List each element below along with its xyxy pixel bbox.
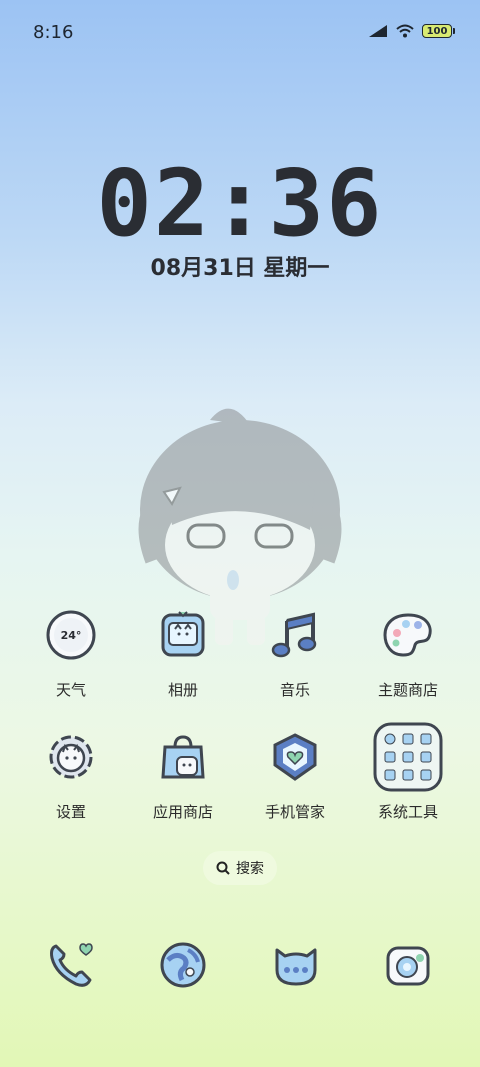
dock-camera[interactable] (378, 935, 438, 995)
status-bar: 8:16 100 (0, 0, 480, 64)
dock-phone[interactable] (41, 935, 101, 995)
weather-icon: 24° (46, 610, 96, 660)
app-music[interactable]: 音乐 (240, 605, 350, 700)
search-label: 搜索 (236, 861, 264, 877)
battery-icon: 100 (422, 24, 455, 38)
settings-icon (49, 735, 93, 779)
app-label: 主题商店 (377, 681, 438, 699)
browser-icon (160, 942, 206, 988)
app-label: 音乐 (279, 681, 310, 699)
system-tools-folder-icon (373, 722, 443, 792)
search-button[interactable]: 搜索 (203, 851, 277, 885)
app-settings[interactable]: 设置 (16, 727, 126, 822)
app-label: 手机管家 (264, 803, 325, 821)
app-app-store[interactable]: 应用商店 (128, 727, 238, 822)
clock-date: 08月31日 星期一 (150, 256, 330, 281)
app-theme-store[interactable]: 主题商店 (353, 605, 463, 700)
app-label: 设置 (55, 803, 86, 821)
search-icon (216, 861, 230, 875)
app-label: 应用商店 (152, 803, 213, 821)
phone-icon (50, 943, 93, 987)
phone-manager-icon (273, 733, 317, 781)
status-icons: 100 (368, 24, 455, 38)
messages-icon (275, 948, 317, 986)
gallery-icon (161, 611, 205, 657)
weather-badge: 24° (61, 629, 82, 642)
theme-store-icon (383, 613, 432, 657)
app-weather[interactable]: 24° 天气 (16, 605, 126, 700)
app-store-icon (161, 735, 205, 779)
clock-time: 02:36 (96, 150, 384, 257)
status-time: 8:16 (33, 22, 74, 43)
dock-messages[interactable] (266, 935, 326, 995)
music-icon (271, 612, 317, 658)
app-label: 天气 (55, 681, 86, 699)
dock-browser[interactable] (153, 935, 213, 995)
app-label: 系统工具 (377, 803, 438, 821)
app-gallery[interactable]: 相册 (128, 605, 238, 700)
app-label: 相册 (167, 681, 198, 699)
wifi-icon (396, 24, 414, 38)
camera-icon (386, 946, 430, 986)
app-phone-manager[interactable]: 手机管家 (240, 727, 350, 822)
app-system-tools-folder[interactable]: 系统工具 (353, 722, 463, 822)
signal-icon (369, 25, 387, 37)
